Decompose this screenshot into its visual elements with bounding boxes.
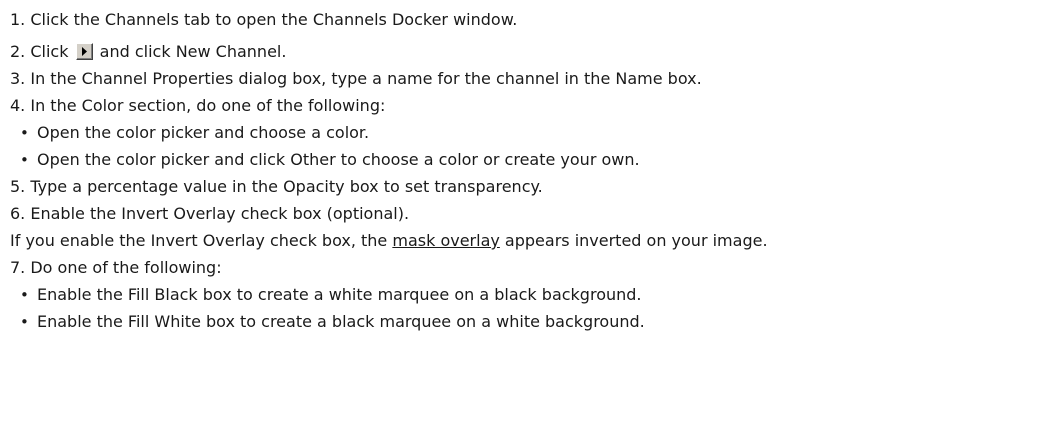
step-number: 3. [10, 69, 26, 88]
bullet-text: Open the color picker and click Other to… [37, 150, 640, 169]
step-number: 6. [10, 204, 26, 223]
step-5: 5. Type a percentage value in the Opacit… [10, 173, 1046, 200]
step-3: 3. In the Channel Properties dialog box,… [10, 65, 1046, 92]
step-text: Click the Channels tab to open the Chann… [30, 10, 518, 29]
step-text: Type a percentage value in the Opacity b… [30, 177, 543, 196]
note-text-after: appears inverted on your image. [499, 231, 768, 250]
step-text: Do one of the following: [30, 258, 222, 277]
bullet-glyph: • [20, 286, 29, 304]
bullet-item: • Enable the Fill Black box to create a w… [10, 281, 1046, 308]
bullet-item: • Enable the Fill White box to create a b… [10, 308, 1046, 335]
mask-overlay-link[interactable]: mask overlay [392, 231, 499, 250]
bullet-item: • Open the color picker and click Other t… [10, 146, 1046, 173]
step-2: 2. Click and click New Channel. [10, 38, 1046, 65]
bullet-text: Enable the Fill White box to create a bl… [37, 312, 645, 331]
bullet-text: Enable the Fill Black box to create a wh… [37, 285, 642, 304]
step-text: In the Color section, do one of the foll… [30, 96, 386, 115]
step-number: 1. [10, 10, 26, 29]
bullet-glyph: • [20, 151, 29, 169]
step-4: 4. In the Color section, do one of the f… [10, 92, 1046, 119]
bullet-item: • Open the color picker and choose a colo… [10, 119, 1046, 146]
procedure-document: 1. Click the Channels tab to open the Ch… [10, 6, 1046, 335]
step-1: 1. Click the Channels tab to open the Ch… [10, 6, 1046, 33]
step-number: 7. [10, 258, 26, 277]
note-text-before: If you enable the Invert Overlay check b… [10, 231, 393, 250]
bullet-glyph: • [20, 124, 29, 142]
flyout-arrow-icon[interactable] [75, 43, 93, 60]
bullet-glyph: • [20, 313, 29, 331]
step-number: 4. [10, 96, 26, 115]
step-6-note: If you enable the Invert Overlay check b… [10, 227, 1046, 254]
step-number: 5. [10, 177, 26, 196]
step-text-before: Click [30, 42, 74, 61]
step-text-after: and click New Channel. [94, 42, 287, 61]
step-7: 7. Do one of the following: [10, 254, 1046, 281]
step-text: Enable the Invert Overlay check box (opt… [30, 204, 410, 223]
step-number: 2. [10, 42, 26, 61]
step-6: 6. Enable the Invert Overlay check box (… [10, 200, 1046, 227]
bullet-text: Open the color picker and choose a color… [37, 123, 370, 142]
step-text: In the Channel Properties dialog box, ty… [30, 69, 702, 88]
